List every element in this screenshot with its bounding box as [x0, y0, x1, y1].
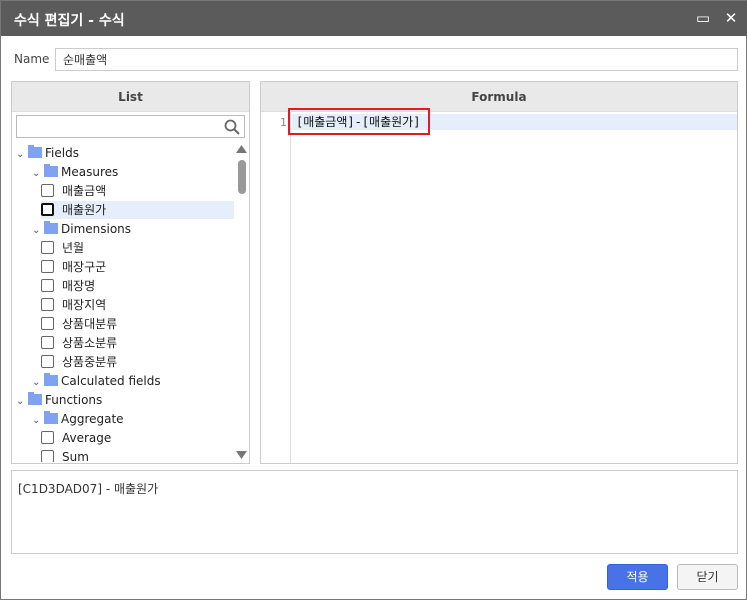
tree-folder[interactable]: ⌄ Dimensions: [32, 220, 234, 238]
tree-label: Fields: [45, 146, 79, 160]
folder-icon: [44, 221, 58, 234]
list-panel: List ⌄ Fields ⌄ Measures 매출금액 매출원가 ⌄ Dimensions…: [11, 81, 250, 464]
checkbox[interactable]: [41, 355, 54, 368]
checkbox[interactable]: [41, 336, 54, 349]
scroll-thumb[interactable]: [238, 160, 246, 194]
tree-label: 매장명: [62, 279, 96, 293]
description-box: [C1D3DAD07] - 매출원가: [11, 470, 738, 554]
tree-item[interactable]: 상품중분류: [41, 353, 234, 371]
tree-label: Sum: [62, 450, 89, 462]
line-gutter: [261, 112, 291, 463]
tree-label: Aggregate: [61, 412, 124, 426]
tree-label: 매출금액: [62, 184, 107, 198]
tree-label: Functions: [45, 393, 103, 407]
tree-label: 상품대분류: [62, 317, 118, 331]
close-button[interactable]: 닫기: [677, 564, 738, 590]
search-input[interactable]: [16, 115, 245, 138]
tree-folder[interactable]: ⌄ Fields: [16, 144, 234, 162]
search-icon[interactable]: [224, 119, 240, 135]
tree-label: Calculated fields: [61, 374, 161, 388]
folder-icon: [28, 392, 42, 405]
chevron-down-icon[interactable]: ⌄: [32, 374, 44, 392]
scrollbar[interactable]: [235, 142, 248, 462]
folder-icon: [44, 164, 58, 177]
name-label: Name: [14, 52, 50, 66]
checkbox[interactable]: [41, 317, 54, 330]
highlight-box: [288, 108, 430, 135]
checkbox[interactable]: [41, 260, 54, 273]
tree-label: 상품중분류: [62, 355, 118, 369]
list-header: List: [12, 82, 249, 112]
field-tree: ⌄ Fields ⌄ Measures 매출금액 매출원가 ⌄ Dimensions 년월 매장구…: [12, 142, 234, 462]
tree-folder[interactable]: ⌄ Calculated fields: [32, 372, 234, 390]
scroll-up-icon[interactable]: [236, 145, 247, 153]
apply-button[interactable]: 적용: [607, 564, 668, 590]
chevron-down-icon[interactable]: ⌄: [32, 222, 44, 240]
tree-item[interactable]: 매장지역: [41, 296, 234, 314]
folder-icon: [44, 411, 58, 424]
checkbox[interactable]: [41, 241, 54, 254]
chevron-down-icon[interactable]: ⌄: [16, 393, 28, 411]
tree-label: 매장지역: [62, 298, 107, 312]
tree-label: Average: [62, 431, 112, 445]
tree-item[interactable]: 매출금액: [41, 182, 234, 200]
title-bar: 수식 편집기 - 수식 ▭ ✕: [1, 1, 747, 36]
folder-icon: [44, 373, 58, 386]
tree-label: 년월: [62, 241, 85, 255]
tree-label: 상품소분류: [62, 336, 118, 350]
checkbox[interactable]: [41, 450, 54, 462]
tree-item[interactable]: 매장구군: [41, 258, 234, 276]
checkbox[interactable]: [41, 279, 54, 292]
tree-item[interactable]: 상품대분류: [41, 315, 234, 333]
tree-item[interactable]: 매출원가: [41, 201, 234, 219]
close-icon[interactable]: ✕: [722, 9, 740, 27]
checkbox[interactable]: [41, 203, 54, 216]
chevron-down-icon[interactable]: ⌄: [32, 165, 44, 183]
tree-item[interactable]: Sum: [41, 448, 234, 462]
chevron-down-icon[interactable]: ⌄: [16, 146, 28, 164]
tree-item[interactable]: 매장명: [41, 277, 234, 295]
tree-item[interactable]: 년월: [41, 239, 234, 257]
tree-folder[interactable]: ⌄ Functions: [16, 391, 234, 409]
maximize-icon[interactable]: ▭: [694, 9, 712, 27]
tree-label: Dimensions: [61, 222, 132, 236]
chevron-down-icon[interactable]: ⌄: [32, 412, 44, 430]
checkbox[interactable]: [41, 431, 54, 444]
checkbox[interactable]: [41, 298, 54, 311]
tree-label: 매장구군: [62, 260, 107, 274]
tree-label: Measures: [61, 165, 119, 179]
tree-label: 매출원가: [62, 203, 107, 217]
line-number: 1: [280, 116, 287, 129]
tree-folder[interactable]: ⌄ Aggregate: [32, 410, 234, 428]
window-title: 수식 편집기 - 수식: [14, 13, 125, 29]
scroll-down-icon[interactable]: [236, 451, 247, 459]
tree-folder[interactable]: ⌄ Measures: [32, 163, 234, 181]
formula-panel: Formula 1 [매출금액]-[매출원가]: [260, 81, 738, 464]
checkbox[interactable]: [41, 184, 54, 197]
tree-item[interactable]: 상품소분류: [41, 334, 234, 352]
folder-icon: [28, 145, 42, 158]
tree-item[interactable]: Average: [41, 429, 234, 447]
name-input[interactable]: [55, 48, 738, 71]
